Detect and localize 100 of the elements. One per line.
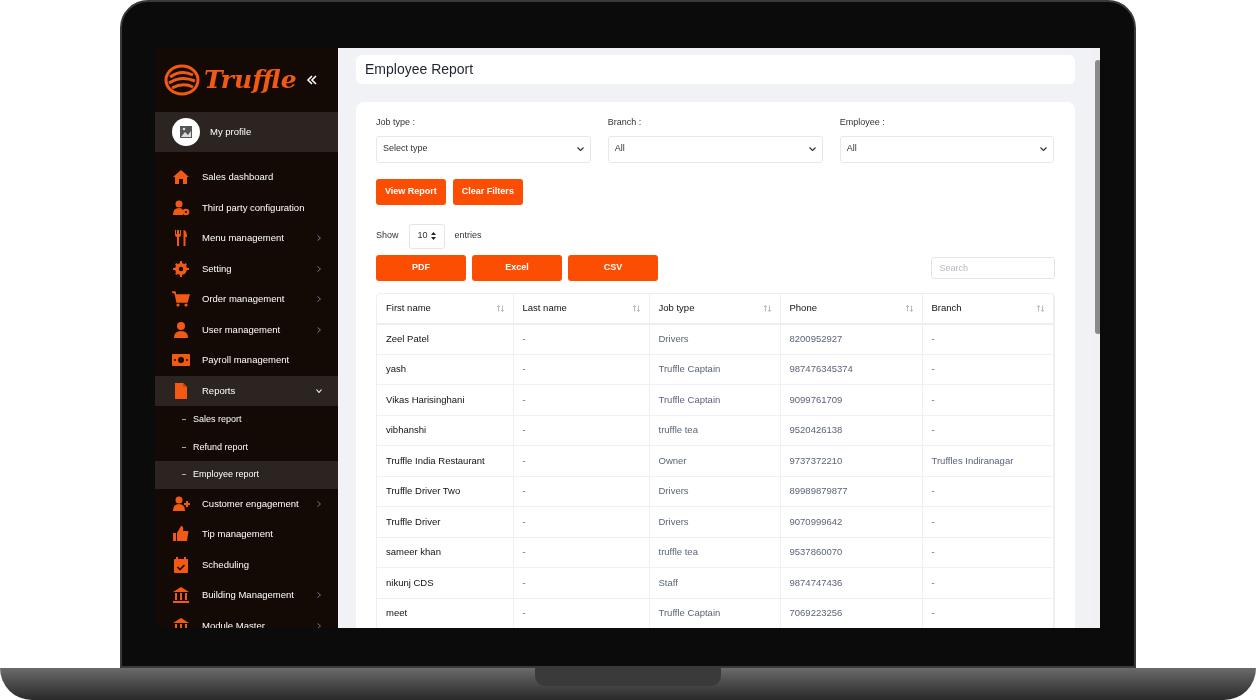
table-cell: Staff [649, 567, 780, 598]
user-icon [172, 320, 190, 339]
sidebar-item[interactable]: Tip management [155, 519, 338, 550]
chevron-right-icon [316, 235, 322, 242]
calendar-icon [172, 555, 190, 574]
chevron-right-icon [316, 265, 322, 272]
submenu-item[interactable]: Sales report [155, 406, 338, 434]
table-cell: 9070999642 [780, 506, 922, 537]
sidebar-item[interactable]: Customer engagement [155, 488, 338, 519]
page-title: Employee Report [365, 60, 474, 79]
table-cell: Truffle Driver Two [377, 476, 513, 507]
table-cell: - [922, 476, 1053, 507]
table-cell: nikunj CDS [377, 567, 513, 598]
table-cell: Truffle India Restaurant [377, 445, 513, 476]
sidebar-item[interactable]: Setting [155, 253, 338, 284]
avatar-icon [172, 118, 200, 146]
table-cell: 9099761709 [780, 384, 922, 415]
table-cell: sameer khan [377, 537, 513, 568]
table-cell: 9737372210 [780, 445, 922, 476]
sort-icon [496, 304, 504, 312]
cart-icon [172, 290, 190, 309]
table-cell: Truffle Captain [649, 598, 780, 628]
column-header[interactable]: Phone [780, 293, 922, 324]
table-cell: - [513, 415, 649, 446]
user-gear-icon [172, 198, 190, 217]
chevron-right-icon [316, 592, 322, 599]
sort-icon [905, 304, 913, 312]
chevron-right-icon [316, 326, 322, 333]
chevron-right-icon [316, 500, 322, 507]
table-cell: - [513, 598, 649, 628]
thumbs-up-icon [172, 525, 190, 544]
chevron-down-icon [1040, 146, 1048, 152]
table-cell: - [513, 384, 649, 415]
sidebar-item[interactable]: Sales dashboard [155, 162, 338, 193]
scrollbar-thumb[interactable] [1094, 60, 1100, 334]
table-cell: - [922, 567, 1053, 598]
filter-select[interactable]: All [839, 135, 1055, 163]
table-cell: Vikas Harisinghani [377, 384, 513, 415]
table-cell: Drivers [649, 323, 780, 354]
sort-icon [763, 304, 771, 312]
show-label: Show [376, 229, 399, 243]
table-cell: Owner [649, 445, 780, 476]
column-header[interactable]: Branch [922, 293, 1053, 324]
collapse-icon[interactable] [306, 74, 318, 86]
sidebar-item[interactable]: Module Master [155, 610, 338, 628]
table-cell: Truffle Captain [649, 354, 780, 385]
chevron-down-icon [808, 146, 816, 152]
scrollbar[interactable] [1092, 48, 1100, 628]
table-cell: - [922, 537, 1053, 568]
filter-label: Employee : [839, 116, 886, 129]
brand-name: Truffle [204, 64, 297, 97]
table-cell: truffle tea [649, 415, 780, 446]
table-cell: - [513, 445, 649, 476]
table-cell: - [922, 323, 1053, 354]
table-cell: - [922, 415, 1053, 446]
filter-select[interactable]: All [607, 135, 823, 163]
sidebar-item[interactable]: Payroll management [155, 345, 338, 376]
sidebar-item[interactable]: User management [155, 314, 338, 345]
table-cell: 7069223256 [780, 598, 922, 628]
table-cell: vibhanshi [377, 415, 513, 446]
logo-icon [163, 63, 201, 97]
table-cell: - [513, 567, 649, 598]
sidebar-item[interactable]: Order management [155, 284, 338, 315]
table-cell: - [513, 506, 649, 537]
fork-knife-icon [172, 229, 190, 248]
sidebar-item[interactable]: Reports [155, 375, 338, 406]
submenu-item[interactable]: Refund report [155, 433, 338, 461]
table-cell: - [513, 537, 649, 568]
table-cell: - [922, 354, 1053, 385]
filter-select[interactable]: Select type [376, 135, 591, 163]
column-header[interactable]: Last name [513, 293, 649, 324]
table-cell: - [513, 323, 649, 354]
table-cell: truffle tea [649, 537, 780, 568]
search-field[interactable]: Search [930, 256, 1055, 279]
sidebar-item[interactable]: Scheduling [155, 549, 338, 580]
entries-label: entries [454, 229, 482, 243]
entries-select[interactable]: 10 [408, 223, 445, 249]
table-cell: - [922, 598, 1053, 628]
sidebar-item[interactable]: Third party configuration [155, 192, 338, 223]
bank-icon [172, 586, 190, 605]
table-cell: Drivers [649, 476, 780, 507]
sidebar-item[interactable]: Building Management [155, 580, 338, 611]
table-cell: 987476345374 [780, 354, 922, 385]
filter-label: Branch : [607, 116, 643, 129]
submenu-item[interactable]: Employee report [155, 461, 338, 489]
document-icon [172, 381, 190, 400]
profile-item[interactable]: My profile [155, 112, 338, 152]
column-header[interactable]: First name [377, 293, 513, 324]
column-header[interactable]: Job type [649, 293, 780, 324]
table-cell: 9874747436 [780, 567, 922, 598]
table-cell: 89989879877 [780, 476, 922, 507]
chevron-down-icon [316, 387, 322, 394]
table-cell: Zeel Patel [377, 323, 513, 354]
table-cell: 8200952927 [780, 323, 922, 354]
filter-label: Job type : [376, 116, 417, 129]
sidebar-item[interactable]: Menu management [155, 223, 338, 254]
table-cell: Truffles Indiranagar [922, 445, 1053, 476]
table-cell: Truffle Driver [377, 506, 513, 537]
table-cell: - [513, 476, 649, 507]
table-cell: meet [377, 598, 513, 628]
